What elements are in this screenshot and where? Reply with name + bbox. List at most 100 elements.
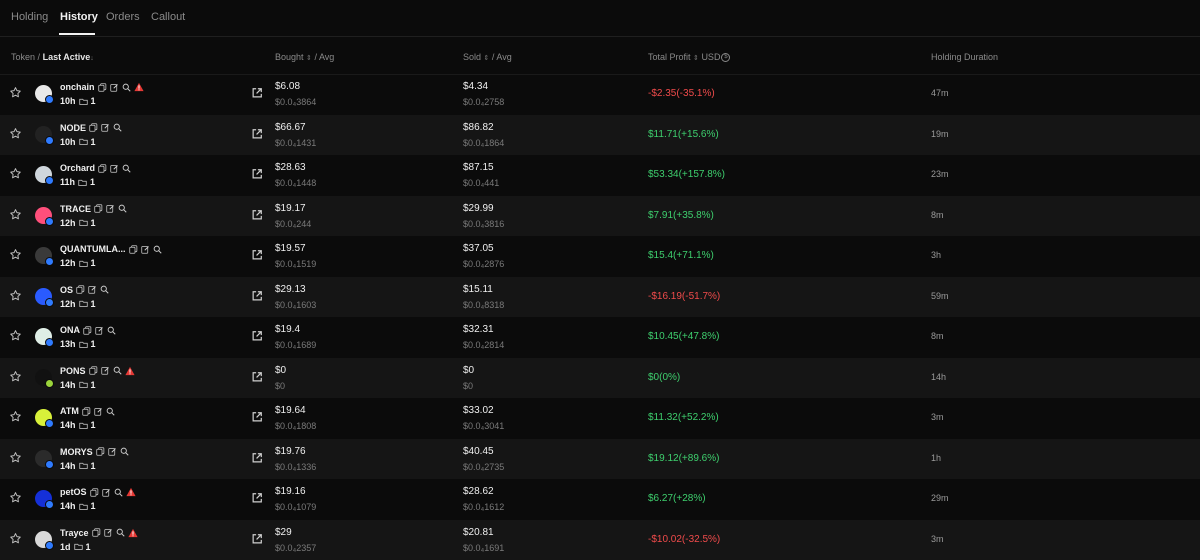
external-link-icon[interactable] [251,492,263,504]
external-link-icon[interactable] [251,533,263,545]
copy-icon[interactable] [76,285,85,294]
token-name[interactable]: PONS [60,366,86,376]
header-sold[interactable]: Sold ⇕ / Avg [463,52,512,62]
external-link-icon[interactable] [251,452,263,464]
edit-icon[interactable] [108,447,117,456]
token-name[interactable]: onchain [60,82,95,92]
table-row[interactable]: Trayce 1d 1 $29 $0.0₄2357 $20.81 $0.0₄1691 -$10… [0,519,1200,560]
star-icon[interactable] [9,127,22,140]
search-icon[interactable] [107,326,116,335]
edit-icon[interactable] [103,528,113,537]
token-name[interactable]: OS [60,285,73,295]
header-total-profit[interactable]: Total Profit ⇕ USD $ [648,52,731,63]
table-row[interactable]: onchain 10h 1 $6.08 $0.0₄3864 $4.34 $0.0₄2758 -… [0,74,1200,114]
edit-icon[interactable] [101,123,110,132]
copy-icon[interactable] [98,163,107,173]
external-link-icon[interactable] [251,411,263,423]
external-link-icon[interactable] [251,209,263,221]
search-icon[interactable] [153,245,162,254]
table-row[interactable]: PONS 14h 1 $0 $0 $0 $0 $0(0%) 14h [0,357,1200,398]
token-name[interactable]: QUANTUMLA... [60,244,126,254]
search-icon[interactable] [116,528,125,537]
star-icon[interactable] [9,208,22,221]
star-icon[interactable] [9,491,22,504]
external-link-icon[interactable] [251,330,263,342]
search-icon[interactable] [120,447,129,456]
token-avatar [35,125,54,145]
copy-icon[interactable] [91,528,101,537]
star-icon[interactable] [9,329,22,342]
token-name[interactable]: ONA [60,325,80,335]
edit-icon[interactable] [101,488,111,497]
star-icon[interactable] [9,86,22,99]
star-icon[interactable] [9,370,22,383]
search-icon[interactable] [100,285,109,294]
sort-icon[interactable]: ⇕ [484,55,490,62]
currency-toggle-icon[interactable]: $ [721,53,731,63]
header-bought[interactable]: Bought ⇕ / Avg [275,52,334,62]
copy-icon[interactable] [89,487,99,497]
external-link-icon[interactable] [251,168,263,180]
external-link-icon[interactable] [251,87,263,99]
edit-icon[interactable] [88,285,97,294]
copy-icon[interactable] [83,325,92,335]
edit-icon[interactable] [110,164,119,173]
table-row[interactable]: OS 12h 1 $29.13 $0.0₄1603 $15.11 $0.0₄8318 -$16… [0,276,1200,317]
copy-icon[interactable] [88,366,98,375]
header-usd[interactable]: USD [701,52,720,62]
table-row[interactable]: TRACE 12h 1 $19.17 $0.0₄244 $29.99 $0.0₄3816 $7… [0,195,1200,236]
tab-history[interactable]: History [60,11,98,23]
star-icon[interactable] [9,410,22,423]
token-name[interactable]: NODE [60,123,86,133]
edit-icon[interactable] [95,326,104,335]
total-profit: -$16.19(-51.7%) [648,290,721,302]
token-name[interactable]: TRACE [60,204,91,214]
copy-icon[interactable] [89,123,98,132]
token-name[interactable]: petOS [60,487,87,497]
table-row[interactable]: petOS 14h 1 $19.16 $0.0₄1079 $28.62 $0.0₄1612 $… [0,479,1200,519]
external-link-icon[interactable] [251,128,263,140]
table-row[interactable]: ATM 14h 1 $19.64 $0.0₄1808 $33.02 $0.0₄3041 $11… [0,398,1200,438]
search-icon[interactable] [122,83,131,92]
external-link-icon[interactable] [251,249,263,261]
search-icon[interactable] [114,488,123,497]
table-row[interactable]: MORYS 14h 1 $19.76 $0.0₄1336 $40.45 $0.0₄2735 $… [0,438,1200,479]
search-icon[interactable] [118,204,127,213]
search-icon[interactable] [106,407,115,416]
external-link-icon[interactable] [251,290,263,302]
tab-holding[interactable]: Holding [11,11,48,23]
copy-icon[interactable] [96,447,105,456]
tab-orders[interactable]: Orders [106,11,140,23]
token-name[interactable]: Orchard [60,163,95,173]
token-name[interactable]: ATM [60,406,79,416]
table-row[interactable]: QUANTUMLA... 12h 1 $19.57 $0.0₄1519 $37.05 $0.… [0,236,1200,276]
search-icon[interactable] [113,123,122,132]
star-icon[interactable] [9,532,22,545]
edit-icon[interactable] [106,204,115,213]
table-row[interactable]: Orchard 11h 1 $28.63 $0.0₄1448 $87.15 $0.0₄441… [0,155,1200,195]
edit-icon[interactable] [109,83,119,92]
star-icon[interactable] [9,248,22,261]
search-icon[interactable] [113,366,122,375]
copy-icon[interactable] [128,244,138,254]
copy-icon[interactable] [82,406,91,416]
sort-down-icon[interactable]: ↓ [90,55,94,62]
edit-icon[interactable] [94,407,103,416]
edit-icon[interactable] [100,366,110,375]
token-name[interactable]: Trayce [60,528,89,538]
tab-callout[interactable]: Callout [151,11,185,23]
copy-icon[interactable] [94,204,103,213]
copy-icon[interactable] [97,82,107,92]
header-last-active[interactable]: Last Active [43,52,91,62]
sort-icon[interactable]: ⇕ [306,55,312,62]
external-link-icon[interactable] [251,371,263,383]
star-icon[interactable] [9,167,22,180]
star-icon[interactable] [9,451,22,464]
token-name[interactable]: MORYS [60,447,93,457]
table-row[interactable]: NODE 10h 1 $66.67 $0.0₄1431 $86.82 $0.0₄1864 $1… [0,114,1200,155]
star-icon[interactable] [9,289,22,302]
search-icon[interactable] [122,164,131,173]
edit-icon[interactable] [140,245,150,254]
table-row[interactable]: ONA 13h 1 $19.4 $0.0₄1689 $32.31 $0.0₄2814 $10.… [0,317,1200,357]
sort-icon[interactable]: ⇕ [693,55,699,62]
